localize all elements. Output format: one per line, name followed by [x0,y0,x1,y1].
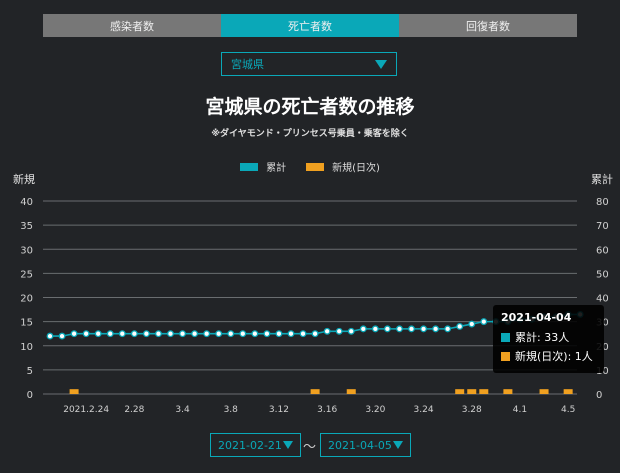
point-cumulative [215,330,223,338]
chevron-down-icon [283,441,293,449]
point-cumulative [227,330,235,338]
y-left-tick-label: 30 [20,245,33,256]
date-start-select[interactable]: 2021-02-21 [210,433,301,457]
y-right-tick-label: 60 [596,245,609,256]
x-tick-label: 3.8 [224,405,239,415]
point-cumulative [275,330,283,338]
tooltip-date: 2021-04-04 [501,311,572,324]
x-tick-label: 3.28 [462,405,482,415]
tooltip-daily: 新規(日次): 1人 [515,350,593,363]
point-cumulative [383,325,391,333]
y-right-tick-label: 0 [596,390,602,401]
y-left-tick-label: 25 [20,269,33,280]
bar-daily [69,389,79,394]
point-cumulative [444,325,452,333]
bar-daily [503,389,513,394]
x-tick-label: 3.24 [414,405,434,415]
x-tick-label: 4.1 [513,405,527,415]
bar-daily [563,389,573,394]
x-tick-label: 2.28 [124,405,144,415]
x-tick-label: 3.16 [317,405,337,415]
point-cumulative [82,330,90,338]
point-cumulative [179,330,186,338]
y-left-tick-label: 20 [20,294,33,305]
bar-daily [310,389,320,394]
y-right-tick-label: 70 [596,221,609,232]
point-cumulative [106,330,114,338]
x-tick-label: 4.5 [561,405,575,415]
y-left-tick-label: 35 [20,221,33,232]
point-cumulative [311,330,319,338]
date-range-separator: 〜 [303,440,317,455]
point-cumulative [263,330,271,338]
bar-daily [346,389,356,394]
chart-tooltip: 2021-04-04 累計: 33人 新規(日次): 1人 [493,305,604,373]
point-cumulative [432,325,440,333]
y-left-tick-label: 0 [27,390,33,401]
tooltip-swatch-cumulative [501,332,510,342]
tooltip-swatch-daily [501,351,510,361]
point-cumulative [154,330,162,338]
point-cumulative [251,330,259,338]
point-cumulative [347,327,355,335]
bar-daily [539,389,549,394]
x-tick-label: 3.4 [175,405,190,415]
point-cumulative [94,330,102,338]
tooltip-cumulative: 累計: 33人 [515,331,570,344]
point-cumulative [167,330,174,338]
point-cumulative [480,318,488,326]
x-tick-label: 3.12 [269,405,289,415]
point-cumulative [396,325,403,333]
y-right-tick-label: 50 [596,269,609,280]
point-cumulative [58,332,66,340]
tooltip-row-daily: 新規(日次): 1人 [501,348,596,364]
x-tick-label: 2021.2.24 [63,405,109,415]
date-start-value: 2021-02-21 [218,438,282,452]
point-cumulative [408,325,415,333]
chevron-down-icon [393,441,403,449]
y-left-tick-label: 40 [20,197,33,208]
point-cumulative [70,330,78,338]
point-cumulative [323,327,331,335]
point-cumulative [299,330,307,338]
point-cumulative [239,330,247,338]
point-cumulative [142,330,150,338]
point-cumulative [359,325,367,333]
y-left-tick-label: 15 [20,318,33,329]
y-left-tick-label: 5 [27,366,33,377]
point-cumulative [420,325,427,333]
point-cumulative [203,330,211,338]
bar-daily [479,389,489,394]
point-cumulative [371,325,379,333]
y-left-tick-label: 10 [20,342,33,353]
y-right-tick-label: 40 [596,294,609,305]
point-cumulative [191,330,199,338]
bar-daily [455,389,465,394]
point-cumulative [46,332,54,340]
tooltip-row-cumulative: 累計: 33人 [501,329,596,345]
point-cumulative [118,330,126,338]
x-tick-label: 3.20 [365,405,385,415]
point-cumulative [468,320,476,328]
point-cumulative [287,330,295,338]
point-cumulative [456,323,464,330]
point-cumulative [335,327,343,335]
date-end-select[interactable]: 2021-04-05 [320,433,411,457]
chart-svg: 0051010201530204025503060357040802021.2.… [20,197,609,415]
date-end-value: 2021-04-05 [328,438,392,452]
y-right-tick-label: 80 [596,197,609,208]
bar-daily [467,389,477,394]
point-cumulative [130,330,138,338]
